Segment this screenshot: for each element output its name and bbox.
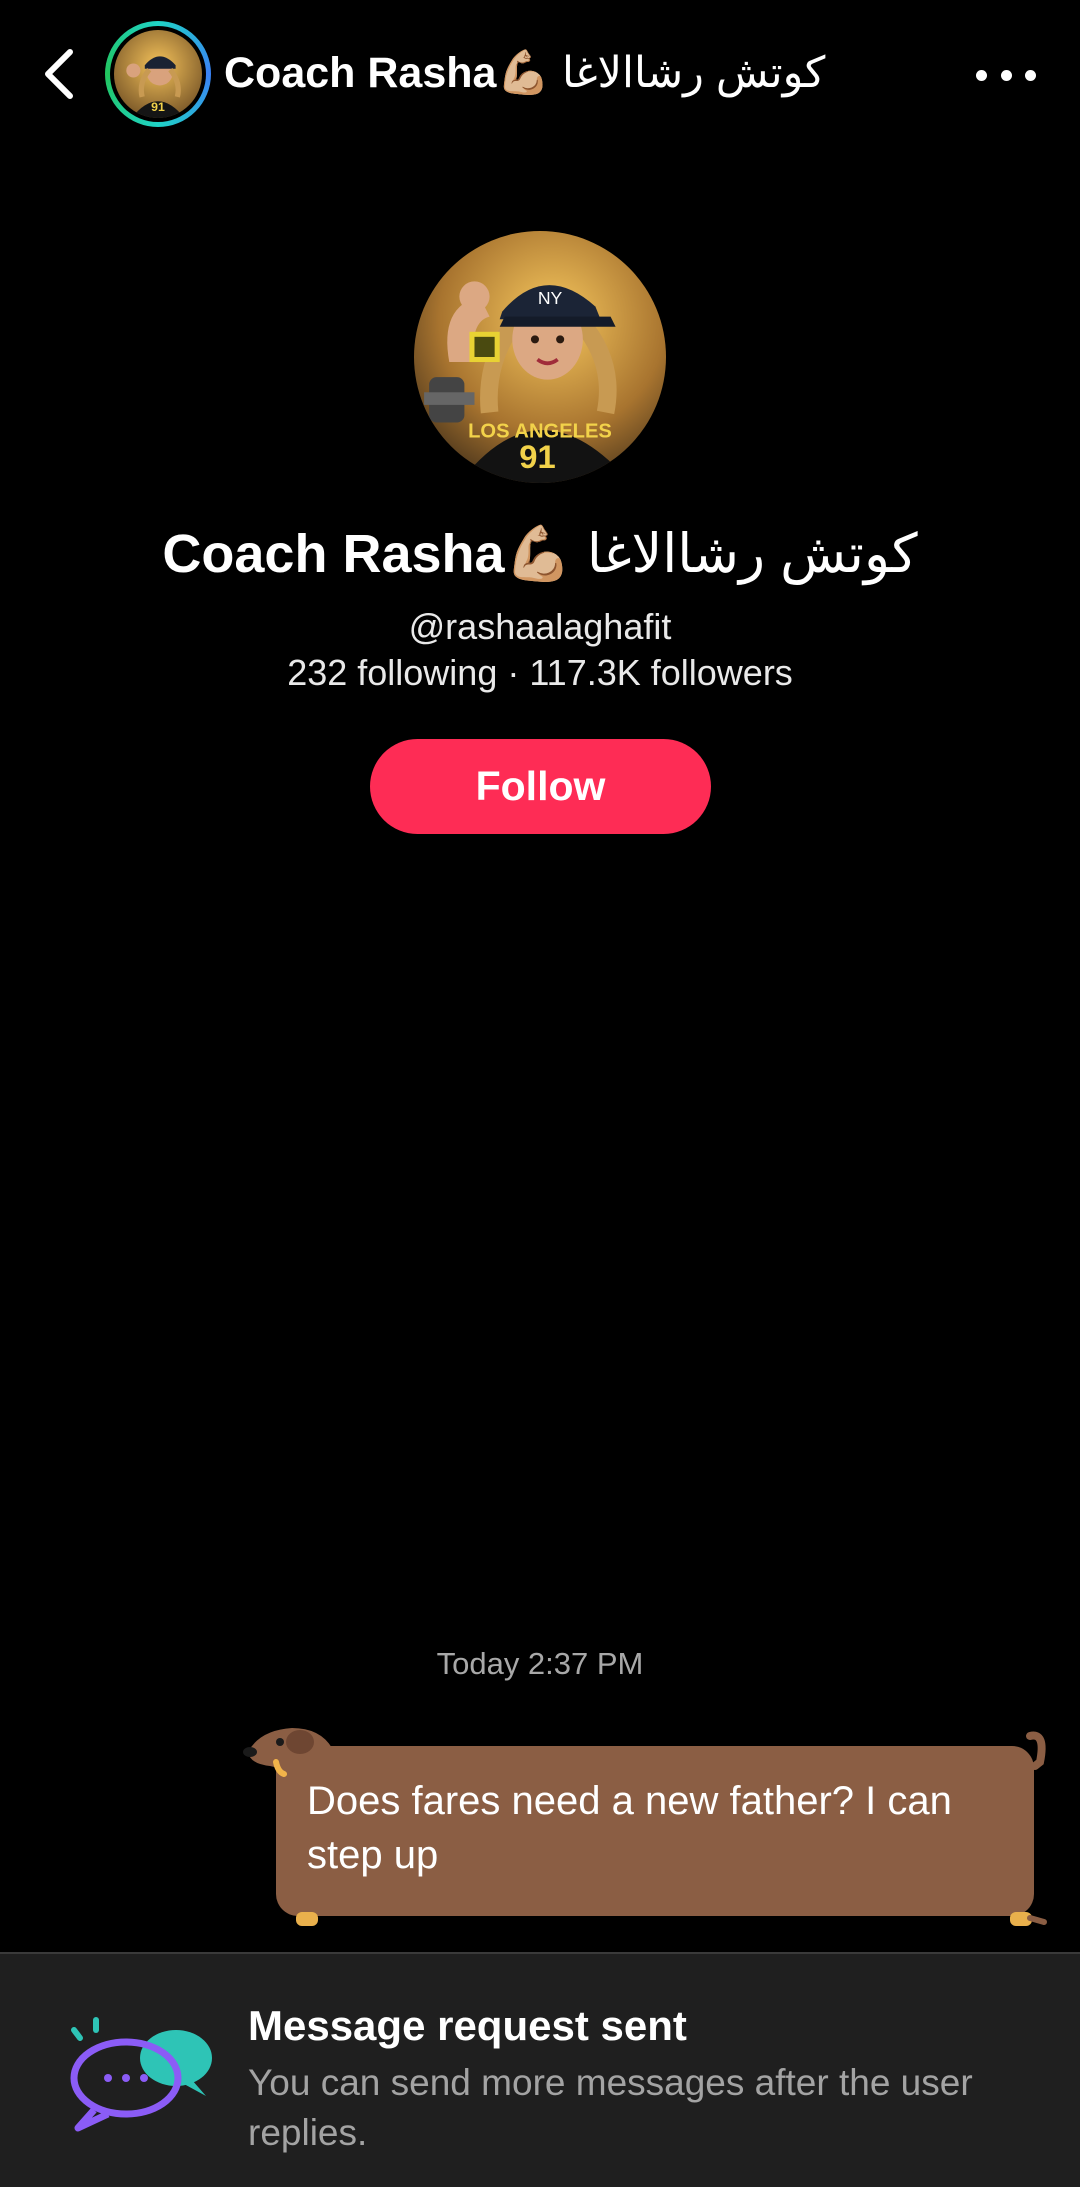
message-timestamp: Today 2:37 PM <box>436 1646 644 1681</box>
back-button[interactable] <box>34 46 84 102</box>
more-options-button[interactable] <box>976 50 1036 100</box>
banner-subtitle: You can send more messages after the use… <box>248 2062 973 2153</box>
profile-stats: 232 following · 117.3K followers <box>287 652 793 693</box>
profile-avatar-image: LOS ANGELES 91 NY <box>414 231 666 483</box>
more-horizontal-icon-dot <box>1025 69 1036 81</box>
flexed-biceps-emoji: 💪🏼 <box>496 49 550 97</box>
top-bar: 91 Coach Rasha💪🏼 كوتش رشاالاغا <box>0 0 1080 150</box>
svg-text:91: 91 <box>151 100 165 114</box>
flexed-biceps-emoji: 💪🏼 <box>504 524 572 584</box>
profile-handle: @rashaalaghafit <box>408 606 672 647</box>
header-name: Coach Rasha <box>224 49 497 97</box>
more-horizontal-icon-dot <box>1000 69 1012 81</box>
message-bubble[interactable]: Does fares need a new father? I can step… <box>240 1722 1050 1932</box>
svg-text:NY: NY <box>538 288 563 308</box>
message-text: Does fares need a new father? I can step… <box>307 1779 952 1877</box>
follow-button[interactable]: Follow <box>370 739 711 834</box>
header-arabic-name: كوتش رشاالاغا <box>561 49 826 97</box>
chevron-left-icon <box>45 49 73 99</box>
header-title[interactable]: Coach Rasha💪🏼 كوتش رشاالاغا <box>224 48 825 98</box>
profile-display-name: Coach Rasha <box>162 524 505 584</box>
chat-bubbles-icon <box>70 2017 212 2132</box>
profile-arabic-name: كوتش رشاالاغا <box>586 524 918 584</box>
more-horizontal-icon <box>976 69 987 81</box>
profile-name: Coach Rasha💪🏼 كوتش رشاالاغا <box>0 522 1080 586</box>
svg-text:91: 91 <box>519 438 555 475</box>
banner-title: Message request sent <box>248 2002 687 2049</box>
chat-screen: 91 Coach Rasha💪🏼 كوتش رشاالاغا LOS ANGEL… <box>0 0 1080 2187</box>
avatar-image: 91 <box>114 30 202 118</box>
header-avatar[interactable]: 91 <box>105 21 211 127</box>
profile-avatar[interactable]: LOS ANGELES 91 NY <box>414 231 666 483</box>
